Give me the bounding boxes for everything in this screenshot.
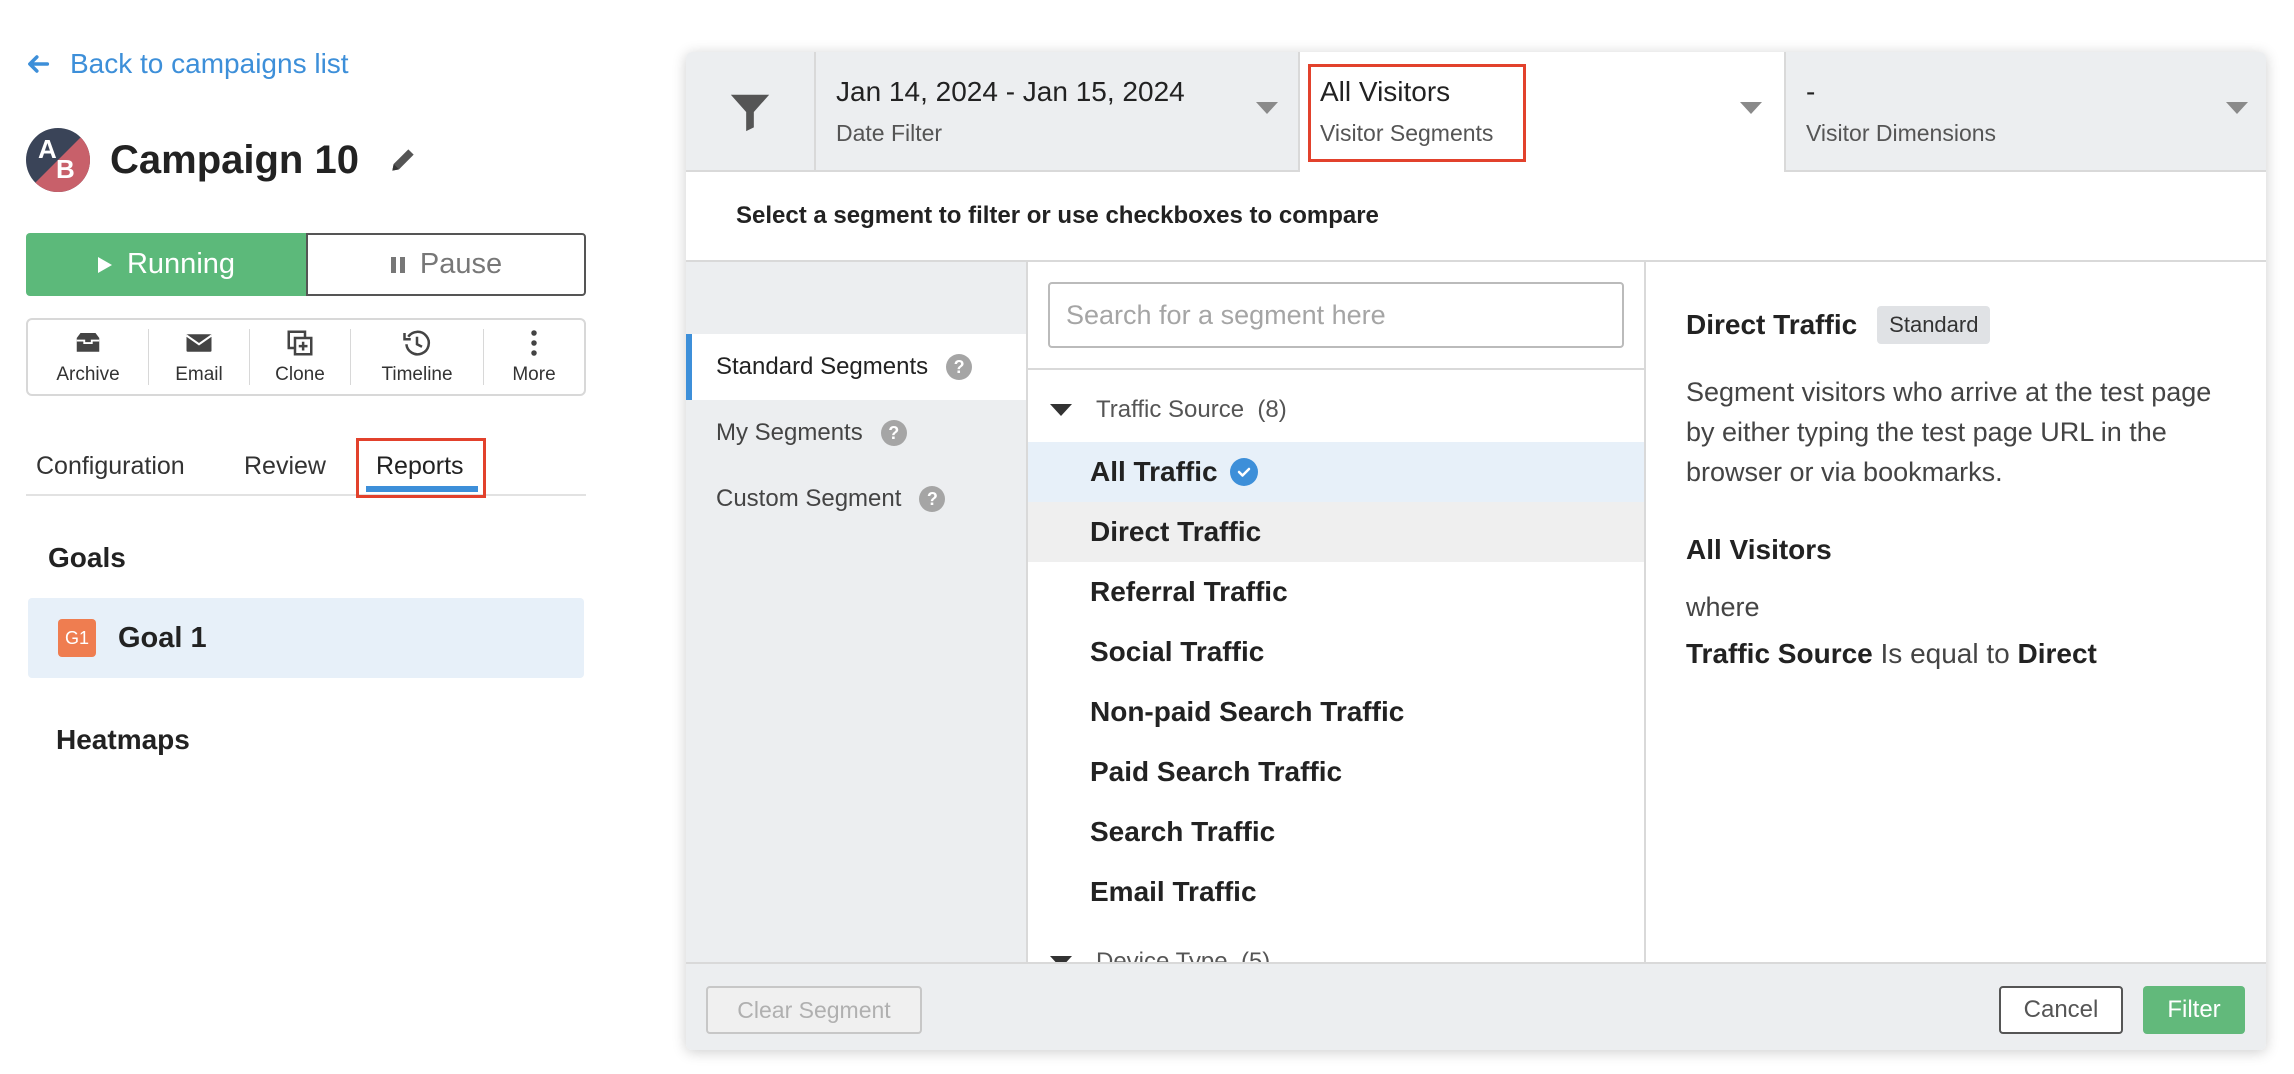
- visitor-segments-dropdown[interactable]: All Visitors Visitor Segments: [1300, 52, 1784, 174]
- arrow-left-icon: [28, 55, 50, 73]
- campaign-tabs: Configuration Review Reports: [26, 438, 586, 498]
- segment-search: [1048, 282, 1624, 348]
- detail-scope: All Visitors: [1686, 534, 1832, 565]
- ab-test-avatar: A B: [26, 128, 90, 192]
- segment-item[interactable]: Social Traffic: [1028, 622, 1644, 682]
- segment-item[interactable]: Referral Traffic: [1028, 562, 1644, 622]
- campaign-header: A B Campaign 10: [26, 128, 419, 192]
- visitor-dimensions-label: Visitor Dimensions: [1806, 120, 1997, 146]
- date-filter-dropdown[interactable]: Jan 14, 2024 - Jan 15, 2024 Date Filter: [816, 52, 1300, 172]
- segment-instructions: Select a segment to filter or use checkb…: [736, 202, 1379, 229]
- filter-bar: Jan 14, 2024 - Jan 15, 2024 Date Filter …: [686, 52, 2266, 174]
- dimension-value: -: [1806, 76, 1816, 107]
- group-traffic-source[interactable]: Traffic Source (8): [1050, 396, 1287, 424]
- check-circle-icon: [1229, 458, 1258, 486]
- category-standard-segments[interactable]: Standard Segments ?: [686, 334, 1026, 400]
- segment-categories: Standard Segments ? My Segments ? Custom…: [686, 262, 1026, 1014]
- help-icon[interactable]: ?: [919, 486, 946, 512]
- goals-heading: Goals: [48, 542, 126, 573]
- date-filter-label: Date Filter: [836, 120, 943, 146]
- segment-item[interactable]: Search Traffic: [1028, 802, 1644, 862]
- caret-down-icon: [1050, 404, 1072, 416]
- chevron-down-icon: [2226, 102, 2248, 114]
- filter-button[interactable]: Filter: [2143, 986, 2245, 1034]
- segment-value: All Visitors: [1320, 76, 1451, 107]
- funnel-icon: [730, 94, 770, 132]
- detail-description: Segment visitors who arrive at the test …: [1686, 377, 2212, 487]
- more-icon: [531, 330, 537, 356]
- play-icon: [97, 256, 112, 273]
- tab-configuration[interactable]: Configuration: [36, 452, 185, 481]
- clone-icon: [287, 330, 313, 356]
- goal-item[interactable]: G1 Goal 1: [28, 598, 584, 678]
- archive-button[interactable]: Archive: [28, 320, 148, 394]
- filter-toggle[interactable]: [686, 52, 816, 172]
- back-link-label: Back to campaigns list: [70, 48, 349, 79]
- more-button[interactable]: More: [484, 320, 584, 394]
- detail-title: Direct Traffic: [1686, 309, 1858, 340]
- clear-segment-button[interactable]: Clear Segment: [706, 986, 922, 1034]
- clone-button[interactable]: Clone: [250, 320, 350, 394]
- category-custom-segment[interactable]: Custom Segment ?: [686, 466, 1026, 532]
- tab-review[interactable]: Review: [244, 452, 326, 481]
- segment-item[interactable]: Email Traffic: [1028, 862, 1644, 922]
- help-icon[interactable]: ?: [880, 420, 907, 446]
- archive-icon: [76, 333, 100, 352]
- segment-list: Traffic Source (8) All Traffic Direct Tr…: [1026, 262, 1646, 1014]
- pause-icon: [390, 256, 405, 273]
- pause-button[interactable]: Pause: [306, 233, 586, 296]
- modal-footer: Clear Segment Cancel Filter: [686, 962, 2266, 1050]
- pencil-icon[interactable]: [387, 144, 419, 176]
- campaign-actions-bar: Archive Email Clone Timeline More: [26, 318, 586, 396]
- chevron-down-icon: [1256, 102, 1278, 114]
- email-button[interactable]: Email: [149, 320, 249, 394]
- segment-item[interactable]: Paid Search Traffic: [1028, 742, 1644, 802]
- timeline-button[interactable]: Timeline: [351, 320, 483, 394]
- segment-item[interactable]: All Traffic: [1028, 442, 1644, 502]
- goal-badge: G1: [58, 619, 96, 657]
- visitor-dimensions-dropdown[interactable]: - Visitor Dimensions: [1784, 52, 2266, 172]
- heatmaps-heading[interactable]: Heatmaps: [56, 724, 190, 756]
- help-icon[interactable]: ?: [946, 354, 973, 380]
- detail-type-badge: Standard: [1877, 306, 1991, 344]
- segment-detail: Direct Traffic Standard Segment visitors…: [1646, 262, 2266, 1014]
- email-icon: [185, 334, 213, 352]
- chevron-down-icon: [1740, 102, 1762, 114]
- segment-item[interactable]: Non-paid Search Traffic: [1028, 682, 1644, 742]
- segment-item[interactable]: Direct Traffic: [1028, 502, 1644, 562]
- running-button[interactable]: Running: [26, 233, 306, 296]
- detail-rule: Traffic Source Is equal to Direct: [1686, 638, 2097, 669]
- campaign-status-toggle: Running Pause: [26, 233, 586, 296]
- detail-where: where: [1686, 592, 1760, 622]
- segment-search-input[interactable]: [1050, 284, 1622, 346]
- back-to-campaigns-link[interactable]: Back to campaigns list: [24, 48, 349, 80]
- date-range-value: Jan 14, 2024 - Jan 15, 2024: [836, 76, 1185, 107]
- cancel-button[interactable]: Cancel: [1999, 986, 2123, 1034]
- timeline-icon: [403, 330, 430, 356]
- campaign-title: Campaign 10: [110, 137, 359, 182]
- category-my-segments[interactable]: My Segments ?: [686, 400, 1026, 466]
- active-tab-indicator: [366, 486, 478, 492]
- visitor-segments-label: Visitor Segments: [1320, 120, 1494, 146]
- goal-name: Goal 1: [118, 621, 207, 654]
- segment-filter-modal: Jan 14, 2024 - Jan 15, 2024 Date Filter …: [686, 52, 2266, 1050]
